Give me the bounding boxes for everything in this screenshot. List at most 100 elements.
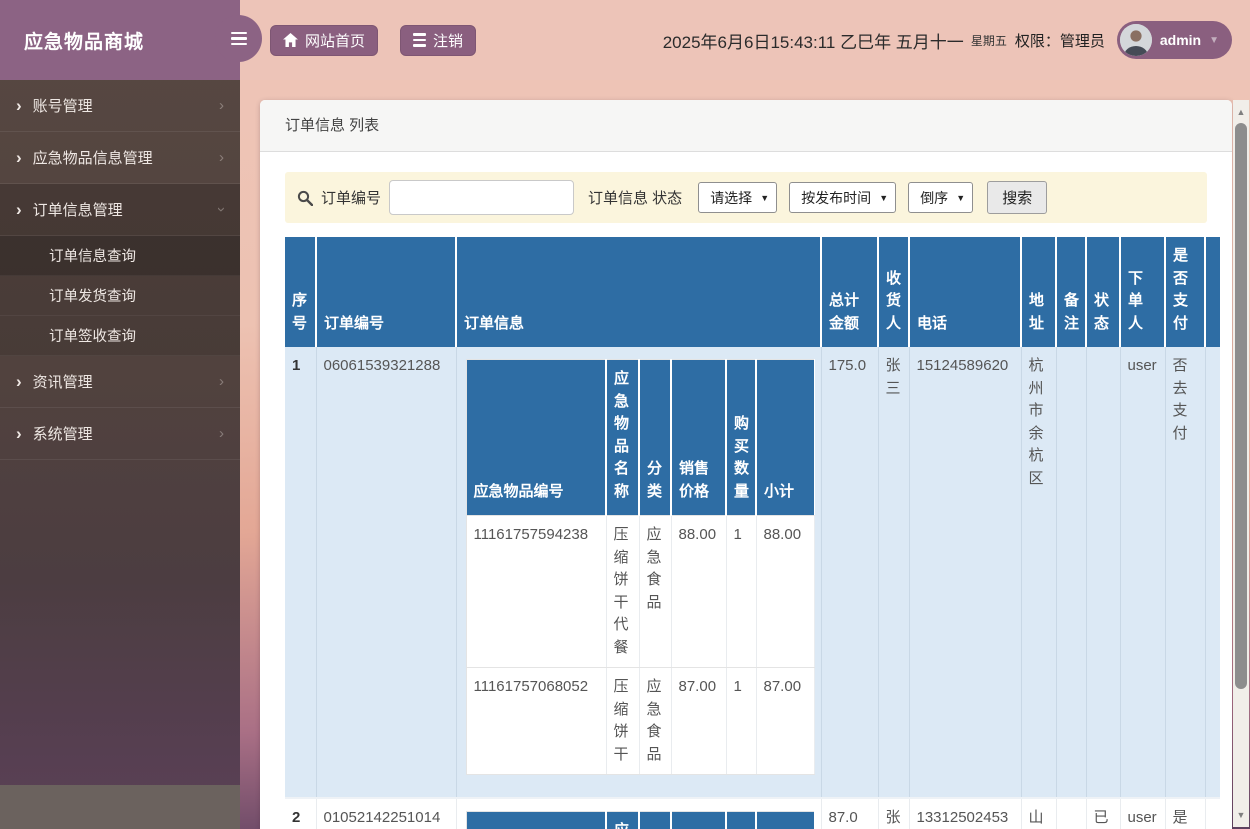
app-title: 应急物品商城 [24, 31, 145, 53]
chevron-right-icon: › [16, 200, 22, 219]
chevron-down-icon: ▼ [1209, 34, 1219, 46]
sidebar-item-orders[interactable]: › 订单信息管理 › [0, 184, 240, 236]
panel-body: 订单编号 订单信息 状态 请选择 ▼ 按发布时间 ▼ 倒序 ▼ 搜索 序号 订单… [260, 152, 1232, 829]
inner-col-item-no: 应急物品编号 [465, 359, 607, 516]
sidebar-subitem-order-query[interactable]: 订单信息查询 [0, 236, 240, 276]
order-no-input[interactable] [389, 180, 575, 215]
sidebar-header: 应急物品商城 [0, 0, 240, 80]
hamburger-icon [230, 31, 247, 46]
datetime-text: 2025年6月6日15:43:11 乙巳年 五月十一 [662, 32, 964, 52]
home-icon [283, 33, 298, 47]
item-no: 11161757068052 [465, 667, 607, 775]
sidebar-toggle-button[interactable] [215, 15, 262, 62]
col-receiver: 收货人 [878, 237, 910, 347]
order-paid-cell: 否去支付 [1165, 347, 1206, 798]
chevron-down-icon: › [213, 207, 230, 212]
order-phone: 15124589620 [909, 347, 1022, 798]
sidebar-item-goods[interactable]: › 应急物品信息管理 › [0, 132, 240, 184]
item-subtotal: 88.00 [755, 515, 815, 668]
inner-col-item-name: 应急物品名称 [605, 359, 640, 516]
sidebar-subitem-label: 订单发货查询 [49, 289, 136, 305]
home-button[interactable]: 网站首页 [270, 24, 379, 56]
sidebar-subitem-label: 订单签收查询 [49, 329, 136, 345]
col-total: 总计金额 [821, 237, 879, 347]
sidebar-nav: › 账号管理 › › 应急物品信息管理 › › 订单信息管理 › 订单信息查询 … [0, 80, 240, 460]
row-index: 1 [285, 347, 317, 798]
sidebar-subitem-order-ship-query[interactable]: 订单发货查询 [0, 276, 240, 316]
inner-col-price: 销售价格 [670, 359, 727, 516]
order-remark [1056, 798, 1087, 829]
sidebar-item-label: 系统管理 [32, 426, 93, 443]
inner-col-item-no: 应急物品编号 [465, 811, 607, 829]
inner-col-qty: 购买数量 [725, 811, 757, 829]
sidebar-item-account[interactable]: › 账号管理 › [0, 80, 240, 132]
chevron-right-icon: › [16, 148, 22, 167]
item-qty: 1 [725, 667, 757, 775]
status-select[interactable]: 请选择 [698, 182, 778, 213]
item-subtotal: 87.00 [755, 667, 815, 775]
order-status: 已签 [1086, 798, 1121, 829]
logout-button[interactable]: 注销 [400, 24, 477, 56]
order-remark [1056, 347, 1087, 798]
sort-select[interactable]: 按发布时间 [789, 182, 897, 213]
sidebar-item-news[interactable]: › 资讯管理 › [0, 356, 240, 408]
item-qty: 1 [725, 515, 757, 668]
order-total: 87.0 [821, 798, 879, 829]
orders-table-wrapper: 序号 订单编号 订单信息 总计金额 收货人 电话 地址 备注 状态 下单人 是否… [285, 237, 1220, 829]
go-pay-link[interactable]: 去支付 [1173, 380, 1188, 442]
item-row: 11161757068052 压缩饼干 应急食品 87.00 1 87.00 [465, 667, 815, 775]
order-buyer: user [1120, 798, 1166, 829]
sidebar-subitem-label: 订单信息查询 [49, 249, 136, 265]
inner-col-subtotal: 小计 [755, 359, 814, 516]
col-phone: 电话 [909, 237, 1022, 347]
search-icon [297, 190, 313, 206]
order-items-cell: 应急物品编号 应急物品名称 分类 销售价格 购买数量 小计 [456, 347, 822, 798]
sidebar-item-label: 订单信息管理 [32, 202, 123, 219]
col-extra [1205, 237, 1220, 347]
chevron-right-icon: › [219, 425, 224, 442]
page-title: 订单信息 列表 [260, 100, 1232, 152]
item-price: 88.00 [670, 515, 727, 668]
order-buyer: user [1120, 347, 1166, 798]
col-paid: 是否支付 [1165, 237, 1206, 347]
inner-col-category: 分类 [638, 811, 672, 829]
scroll-up-arrow-icon[interactable]: ▲ [1237, 104, 1246, 120]
order-phone: 13312502453 [909, 798, 1022, 829]
item-no: 11161757594238 [465, 515, 607, 668]
table-row: 1 06061539321288 应急物品编号 应急物品名称 分类 销售价格 购… [285, 347, 1220, 798]
order-items-cell: 应急物品编号 应急物品名称 分类 销售价格 购买数量 小计 [456, 798, 822, 829]
inner-col-item-name: 应急物品名称 [605, 811, 640, 829]
direction-select[interactable]: 倒序 [908, 182, 974, 213]
permission-text: 权限：管理员 [1014, 32, 1105, 50]
item-row: 11161757594238 压缩饼干代餐 应急食品 88.00 1 88.00 [465, 515, 815, 668]
item-price: 87.00 [670, 667, 727, 775]
sidebar-item-label: 资讯管理 [32, 374, 93, 391]
status-label: 订单信息 状态 [588, 190, 683, 207]
col-order-info: 订单信息 [456, 237, 822, 347]
orders-table: 序号 订单编号 订单信息 总计金额 收货人 电话 地址 备注 状态 下单人 是否… [285, 237, 1220, 829]
chevron-right-icon: › [219, 373, 224, 390]
sidebar-item-system[interactable]: › 系统管理 › [0, 408, 240, 460]
list-icon [413, 33, 427, 47]
sidebar-footer [0, 785, 240, 829]
weekday-text: 星期五 [970, 33, 1007, 48]
order-no-label: 订单编号 [321, 190, 382, 207]
inner-col-category: 分类 [638, 359, 672, 516]
topbar: 网站首页 注销 2025年6月6日15:43:11 乙巳年 五月十一 星期五 权… [240, 0, 1250, 80]
col-status: 状态 [1086, 237, 1121, 347]
order-total: 175.0 [821, 347, 879, 798]
table-row: 2 01052142251014 应急物品编号 [285, 798, 1220, 829]
user-menu[interactable]: admin ▼ [1116, 21, 1232, 59]
inner-col-price: 销售价格 [670, 811, 727, 829]
sidebar-subitem-order-receive-query[interactable]: 订单签收查询 [0, 316, 240, 356]
inner-items-table: 应急物品编号 应急物品名称 分类 销售价格 购买数量 小计 [465, 811, 814, 829]
sidebar: 应急物品商城 › 账号管理 › › 应急物品信息管理 › › 订单信息管理 › … [0, 0, 240, 829]
scroll-down-arrow-icon[interactable]: ▼ [1237, 807, 1246, 823]
col-address: 地址 [1021, 237, 1057, 347]
scrollbar-thumb[interactable] [1235, 123, 1247, 689]
row-index: 2 [285, 798, 317, 829]
username: admin [1159, 32, 1202, 48]
sidebar-item-label: 应急物品信息管理 [32, 150, 153, 167]
search-button[interactable]: 搜索 [987, 181, 1048, 214]
avatar [1119, 24, 1152, 56]
